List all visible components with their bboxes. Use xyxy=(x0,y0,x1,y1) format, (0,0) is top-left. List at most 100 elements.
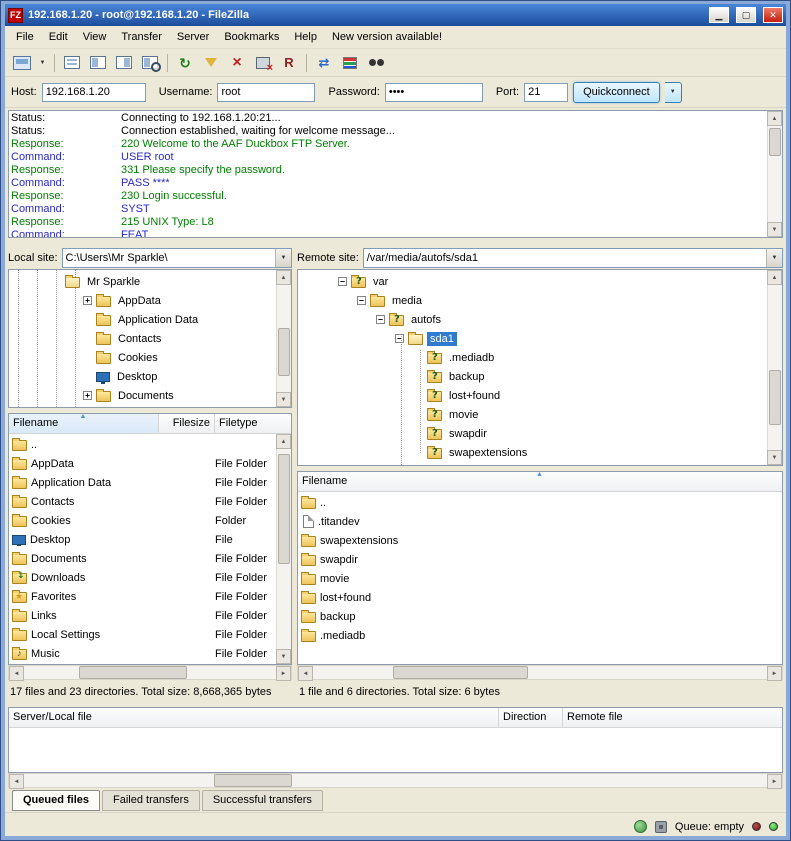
tree-item-mediadb[interactable]: .mediadb xyxy=(298,348,782,367)
column-header-server-local-file[interactable]: Server/Local file xyxy=(9,708,499,727)
site-manager-icon[interactable] xyxy=(10,52,34,74)
collapse-icon[interactable] xyxy=(395,334,404,343)
password-input[interactable] xyxy=(385,83,483,102)
file-row-local-settings[interactable]: Local SettingsFile Folder xyxy=(9,625,276,644)
quickconnect-button[interactable]: Quickconnect xyxy=(573,82,660,103)
find-files-icon[interactable] xyxy=(364,52,388,74)
tree-item-contacts[interactable]: Contacts xyxy=(9,329,291,348)
queue-horizontal-scrollbar[interactable] xyxy=(8,773,783,788)
menu-edit[interactable]: Edit xyxy=(42,28,75,46)
collapse-icon[interactable] xyxy=(357,296,366,305)
file-row-appdata[interactable]: AppDataFile Folder xyxy=(9,454,276,473)
reconnect-icon[interactable]: R xyxy=(277,52,301,74)
scroll-up-icon[interactable] xyxy=(276,270,291,285)
scroll-down-icon[interactable] xyxy=(767,450,782,465)
local-list-scrollbar[interactable] xyxy=(276,434,291,664)
tree-item-backup[interactable]: backup xyxy=(298,367,782,386)
local-tree-scrollbar[interactable] xyxy=(276,270,291,407)
chevron-down-icon[interactable]: ▼ xyxy=(766,249,782,267)
file-row-swapdir[interactable]: swapdir xyxy=(298,550,782,569)
scroll-up-icon[interactable] xyxy=(767,111,782,126)
port-input[interactable] xyxy=(524,83,568,102)
cancel-icon[interactable]: × xyxy=(225,52,249,74)
menu-file[interactable]: File xyxy=(9,28,41,46)
tree-item-movie[interactable]: movie xyxy=(298,405,782,424)
file-row-application-data[interactable]: Application DataFile Folder xyxy=(9,473,276,492)
expand-icon[interactable] xyxy=(83,391,92,400)
tree-item-dvd[interactable]: dvd xyxy=(298,462,782,466)
local-horizontal-scrollbar[interactable] xyxy=(8,665,292,680)
toggle-message-log-icon[interactable] xyxy=(60,52,84,74)
tree-item-swapdir[interactable]: swapdir xyxy=(298,424,782,443)
column-header-filename[interactable]: Filename xyxy=(9,414,159,433)
scroll-down-icon[interactable] xyxy=(276,392,291,407)
file-row-desktop[interactable]: DesktopFile xyxy=(9,530,276,549)
column-header-filetype[interactable]: Filetype xyxy=(215,414,291,433)
collapse-icon[interactable] xyxy=(376,315,385,324)
tree-item-application-data[interactable]: Application Data xyxy=(9,310,291,329)
tree-item-documents[interactable]: Documents xyxy=(9,386,291,405)
tree-item-swapextensions[interactable]: swapextensions xyxy=(298,443,782,462)
column-header-filesize[interactable]: Filesize xyxy=(159,414,215,433)
expand-icon[interactable] xyxy=(83,296,92,305)
site-manager-dropdown-icon[interactable]: ▼ xyxy=(36,52,49,74)
file-row-movie[interactable]: movie xyxy=(298,569,782,588)
refresh-icon[interactable]: ↻ xyxy=(173,52,197,74)
scroll-left-icon[interactable] xyxy=(298,666,313,681)
settings-icon[interactable] xyxy=(655,821,667,833)
scroll-right-icon[interactable] xyxy=(767,666,782,681)
file-row-lost-found[interactable]: lost+found xyxy=(298,588,782,607)
collapse-icon[interactable] xyxy=(338,277,347,286)
file-row-mediadb[interactable]: .mediadb xyxy=(298,626,782,645)
tree-item-autofs[interactable]: autofs xyxy=(298,310,782,329)
file-row-links[interactable]: LinksFile Folder xyxy=(9,606,276,625)
directory-comparison-icon[interactable]: ⇄ xyxy=(312,52,336,74)
menu-help[interactable]: Help xyxy=(287,28,324,46)
toggle-local-tree-icon[interactable] xyxy=(86,52,110,74)
tree-item-lost-found[interactable]: lost+found xyxy=(298,386,782,405)
tree-item-downloads[interactable]: Downloads xyxy=(9,405,291,408)
tree-item-desktop[interactable]: Desktop xyxy=(9,367,291,386)
scroll-up-icon[interactable] xyxy=(276,434,291,449)
file-row-up[interactable]: .. xyxy=(9,435,276,454)
chevron-down-icon[interactable]: ▼ xyxy=(275,249,291,267)
scroll-down-icon[interactable] xyxy=(276,649,291,664)
tree-item-mr-sparkle[interactable]: Mr Sparkle xyxy=(9,272,291,291)
remote-horizontal-scrollbar[interactable] xyxy=(297,665,783,680)
remote-site-combobox[interactable]: /var/media/autofs/sda1 ▼ xyxy=(363,248,783,268)
file-row-music[interactable]: MusicFile Folder xyxy=(9,644,276,663)
menu-transfer[interactable]: Transfer xyxy=(114,28,169,46)
tree-item-cookies[interactable]: Cookies xyxy=(9,348,291,367)
tab-successful-transfers[interactable]: Successful transfers xyxy=(202,790,323,811)
username-input[interactable] xyxy=(217,83,315,102)
tree-item-var[interactable]: var xyxy=(298,272,782,291)
menu-new-version[interactable]: New version available! xyxy=(325,28,449,46)
menu-view[interactable]: View xyxy=(76,28,114,46)
scroll-right-icon[interactable] xyxy=(767,774,782,789)
tree-item-sda1[interactable]: sda1 xyxy=(298,329,782,348)
tree-item-media[interactable]: media xyxy=(298,291,782,310)
scroll-up-icon[interactable] xyxy=(767,270,782,285)
scroll-left-icon[interactable] xyxy=(9,666,24,681)
close-button[interactable]: ✕ xyxy=(763,7,783,23)
file-row-favorites[interactable]: FavoritesFile Folder xyxy=(9,587,276,606)
file-row-cookies[interactable]: CookiesFolder xyxy=(9,511,276,530)
tab-queued-files[interactable]: Queued files xyxy=(12,790,100,811)
scroll-left-icon[interactable] xyxy=(9,774,24,789)
tree-item-appdata[interactable]: AppData xyxy=(9,291,291,310)
filter-icon[interactable] xyxy=(199,52,223,74)
menu-server[interactable]: Server xyxy=(170,28,216,46)
tab-failed-transfers[interactable]: Failed transfers xyxy=(102,790,200,811)
file-row-titandev[interactable]: .titandev xyxy=(298,512,782,531)
column-header-remote-file[interactable]: Remote file xyxy=(563,708,782,727)
minimize-button[interactable]: ▁ xyxy=(709,7,729,23)
host-input[interactable] xyxy=(42,83,146,102)
file-row-downloads[interactable]: DownloadsFile Folder xyxy=(9,568,276,587)
menu-bookmarks[interactable]: Bookmarks xyxy=(217,28,286,46)
synchronized-browsing-icon[interactable] xyxy=(338,52,362,74)
scroll-right-icon[interactable] xyxy=(276,666,291,681)
toggle-queue-icon[interactable] xyxy=(138,52,162,74)
file-row-backup[interactable]: backup xyxy=(298,607,782,626)
file-row-swapextensions[interactable]: swapextensions xyxy=(298,531,782,550)
speed-limits-icon[interactable] xyxy=(634,820,647,833)
